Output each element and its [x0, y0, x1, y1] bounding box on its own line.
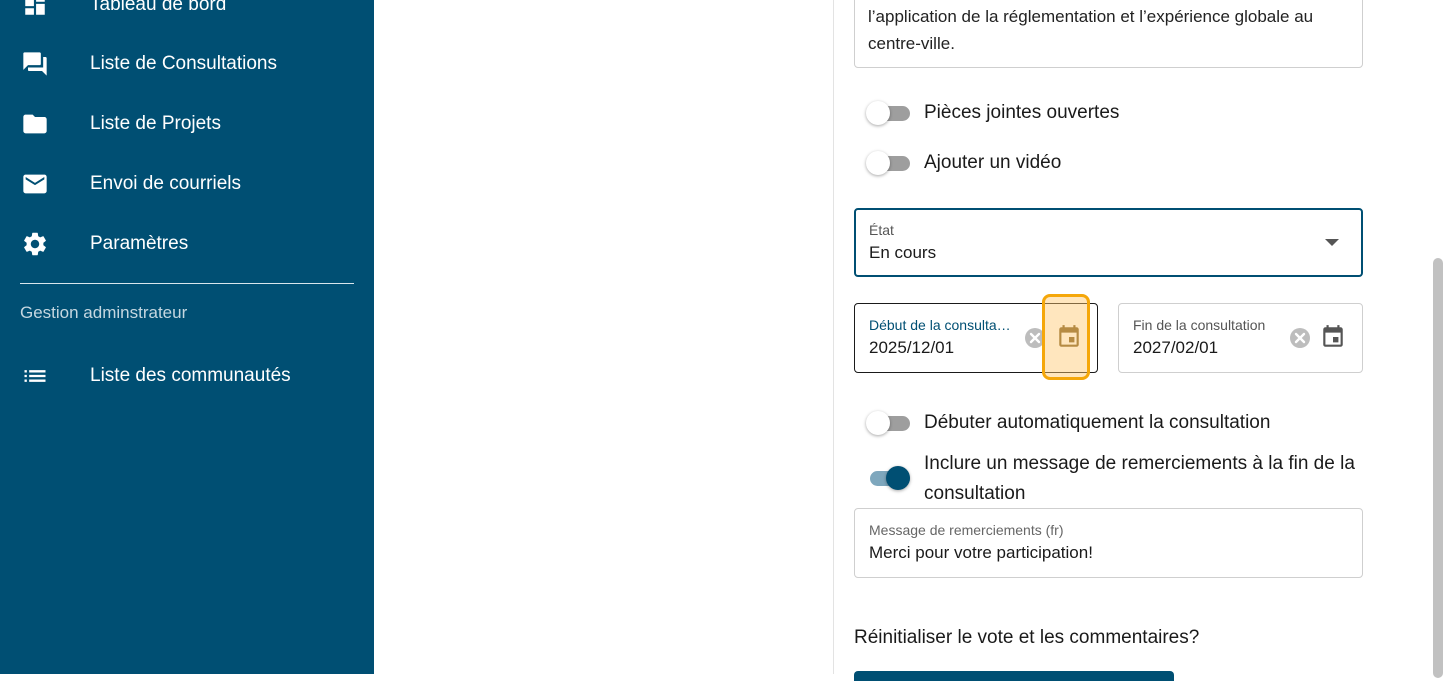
- sidebar-item-label: Liste des communautés: [90, 365, 291, 386]
- sidebar-item-emails[interactable]: Envoi de courriels: [0, 162, 374, 206]
- toggle-add-video[interactable]: Ajouter un vidéo: [866, 151, 1061, 175]
- clear-icon[interactable]: [1288, 326, 1312, 350]
- thanks-message-label: Message de remerciements (fr): [869, 522, 1064, 538]
- sidebar-item-projects[interactable]: Liste de Projets: [0, 102, 374, 146]
- start-date-field[interactable]: Début de la consultation 2025/12/01: [854, 303, 1098, 373]
- description-text: l’application de la réglementation et l’…: [868, 7, 1314, 53]
- thanks-message-value: Merci pour votre participation!: [869, 543, 1093, 562]
- sidebar-item-label: Liste de Consultations: [90, 53, 277, 74]
- list-icon: [21, 362, 49, 390]
- start-date-label: Début de la consultation: [869, 317, 1011, 333]
- end-date-value: 2027/02/01: [1133, 338, 1219, 357]
- switch[interactable]: [866, 101, 910, 125]
- gear-icon: [21, 230, 49, 258]
- chevron-down-icon[interactable]: [1325, 239, 1339, 246]
- scrollbar-thumb[interactable]: [1433, 258, 1443, 678]
- sidebar-item-communities[interactable]: Liste des communautés: [0, 354, 374, 398]
- end-date-label: Fin de la consultation: [1133, 317, 1266, 333]
- switch[interactable]: [866, 411, 910, 435]
- reset-question: Réinitialiser le vote et les commentaire…: [854, 627, 1200, 648]
- toggle-thanks-message[interactable]: Inclure un message de remerciements à la…: [866, 452, 1364, 509]
- state-select[interactable]: État En cours: [854, 208, 1363, 277]
- sidebar-item-consultations[interactable]: Liste de Consultations: [0, 42, 374, 86]
- toggle-label: Pièces jointes ouvertes: [924, 102, 1120, 123]
- sidebar-item-label: Tableau de bord: [90, 0, 227, 15]
- clear-icon[interactable]: [1023, 326, 1047, 350]
- toggle-label: Débuter automatiquement la consultation: [924, 412, 1271, 433]
- sidebar-item-label: Liste de Projets: [90, 113, 221, 134]
- end-date-field[interactable]: Fin de la consultation 2027/02/01: [1118, 303, 1363, 373]
- start-date-value: 2025/12/01: [869, 338, 955, 357]
- sidebar: Tableau de bord Liste de Consultations L…: [0, 0, 374, 674]
- panel-divider: [833, 0, 834, 674]
- dashboard-icon: [21, 0, 49, 19]
- toggle-label: Inclure un message de remerciements à la…: [924, 453, 1355, 504]
- sidebar-divider: [20, 283, 354, 284]
- sidebar-item-label: Envoi de courriels: [90, 173, 242, 194]
- sidebar-item-settings[interactable]: Paramètres: [0, 222, 374, 266]
- folder-icon: [21, 110, 49, 138]
- toggle-auto-start[interactable]: Débuter automatiquement la consultation: [866, 411, 1270, 435]
- state-select-label: État: [869, 222, 894, 238]
- state-select-value: En cours: [869, 243, 937, 262]
- toggle-open-attachments[interactable]: Pièces jointes ouvertes: [866, 101, 1119, 125]
- description-textarea[interactable]: l’application de la réglementation et l’…: [854, 0, 1363, 68]
- calendar-icon[interactable]: [1054, 322, 1084, 352]
- toggle-label: Ajouter un vidéo: [924, 152, 1062, 173]
- switch[interactable]: [866, 151, 910, 175]
- admin-section-label: Gestion adminstrateur: [20, 303, 188, 322]
- calendar-icon[interactable]: [1318, 322, 1348, 352]
- reset-button[interactable]: [854, 671, 1174, 681]
- forum-icon: [21, 50, 49, 78]
- sidebar-item-dashboard[interactable]: Tableau de bord: [0, 0, 374, 27]
- switch[interactable]: [866, 466, 910, 490]
- mail-icon: [21, 170, 49, 198]
- sidebar-item-label: Paramètres: [90, 233, 189, 254]
- thanks-message-field[interactable]: Message de remerciements (fr) Merci pour…: [854, 508, 1363, 578]
